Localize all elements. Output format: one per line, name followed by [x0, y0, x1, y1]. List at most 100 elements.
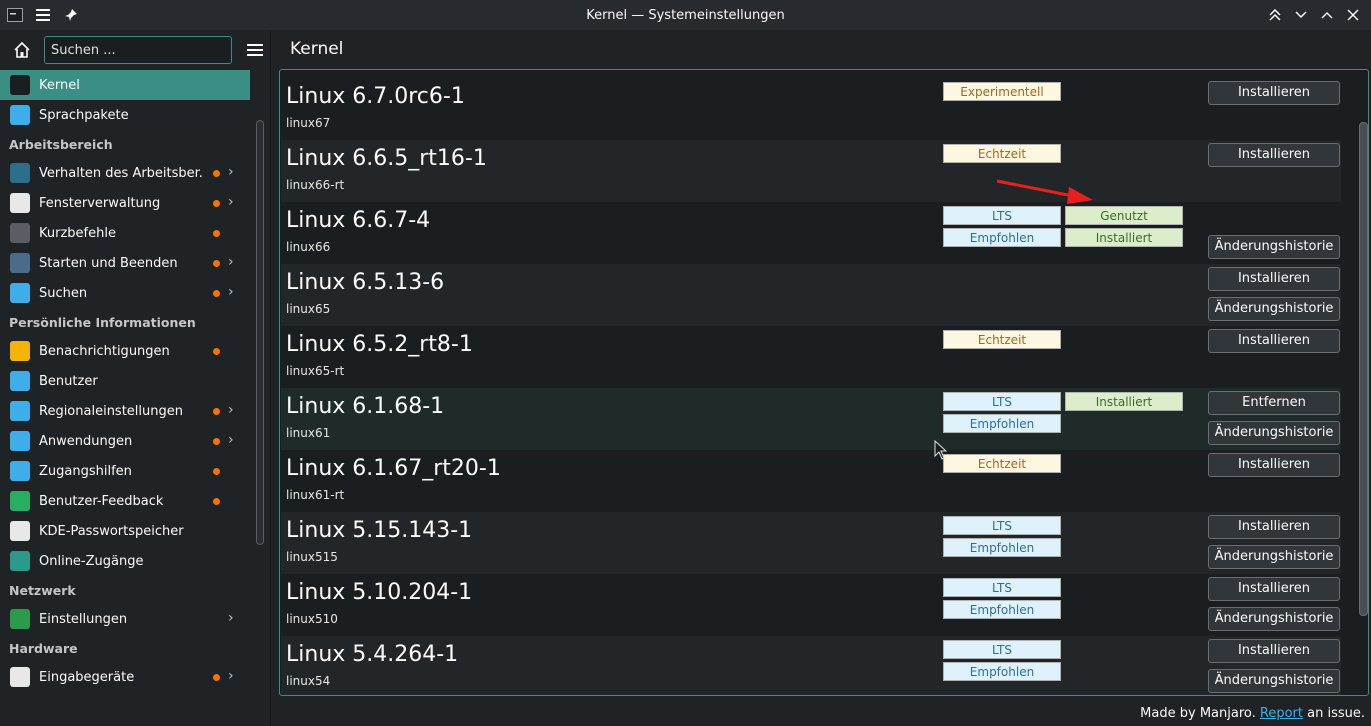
badge-rec: Empfohlen: [943, 414, 1061, 433]
badge-rec: Empfohlen: [943, 228, 1061, 247]
sidebar-item-label: KDE-Passwortspeicher: [39, 523, 184, 539]
changed-indicator: [213, 230, 220, 237]
changed-indicator: [213, 468, 220, 475]
sidebar-item-label: Benachrichtigungen: [39, 343, 170, 359]
report-link[interactable]: Report: [1260, 706, 1303, 721]
badge-used: Genutzt: [1065, 206, 1183, 225]
sidebar-item-sprachpakete[interactable]: Sprachpakete: [0, 100, 250, 130]
sidebar-item-kde-passwortspeicher[interactable]: KDE-Passwortspeicher: [0, 516, 250, 546]
sidebar-item-benachrichtigungen[interactable]: Benachrichtigungen: [0, 336, 250, 366]
chevron-right-icon: ›: [228, 284, 234, 300]
sidebar-item-kernel[interactable]: Kernel: [0, 70, 250, 100]
remove-button[interactable]: Entfernen: [1208, 391, 1340, 415]
footer: Made by Manjaro. Report an issue.: [1140, 706, 1365, 721]
badge-lts: LTS: [943, 206, 1061, 225]
changelog-button[interactable]: Änderungshistorie: [1208, 297, 1340, 321]
kernel-name: Linux 5.15.143-1: [286, 518, 473, 543]
maximize-icon[interactable]: [1319, 7, 1335, 23]
install-button[interactable]: Installieren: [1208, 515, 1340, 539]
minimize-icon[interactable]: [1293, 7, 1309, 23]
kernel-package: linux67: [286, 116, 331, 130]
user-icon: [10, 371, 30, 391]
changelog-button[interactable]: Änderungshistorie: [1208, 421, 1340, 445]
sidebar-item-label: Benutzer-Feedback: [39, 493, 164, 509]
install-button[interactable]: Installieren: [1208, 639, 1340, 663]
pin-icon[interactable]: [62, 6, 80, 24]
changelog-button[interactable]: Änderungshistorie: [1208, 607, 1340, 631]
annotation-arrow-icon: [996, 179, 1093, 204]
kernel-name: Linux 6.7.0rc6-1: [286, 84, 465, 109]
install-button[interactable]: Installieren: [1208, 453, 1340, 477]
install-button[interactable]: Installieren: [1208, 329, 1340, 353]
badge-rt: Echtzeit: [943, 454, 1061, 473]
keep-above-icon[interactable]: [1267, 7, 1283, 23]
chevron-right-icon: ›: [228, 254, 234, 270]
chevron-right-icon: ›: [228, 668, 234, 684]
badge-inst: Installiert: [1065, 228, 1183, 247]
search-input[interactable]: [44, 36, 232, 64]
home-icon[interactable]: [10, 38, 34, 62]
install-button[interactable]: Installieren: [1208, 577, 1340, 601]
changelog-button[interactable]: Änderungshistorie: [1208, 669, 1340, 693]
section-header: Arbeitsbereich: [9, 136, 113, 152]
sidebar-item-label: Eingabegeräte: [39, 669, 135, 685]
startup-icon: [10, 253, 30, 273]
page-title: Kernel: [290, 39, 344, 59]
kernel-row: Linux 6.1.67_rt20-1 linux61-rt Echtzeit Ins…: [281, 450, 1341, 512]
badge-rec: Empfohlen: [943, 600, 1061, 619]
section-header: Netzwerk: [9, 582, 76, 598]
sidebar-item-regionaleinstellungen[interactable]: Regionaleinstellungen ›: [0, 396, 250, 426]
install-button[interactable]: Installieren: [1208, 81, 1340, 105]
hamburger-menu-icon[interactable]: [34, 6, 52, 24]
mouse-icon: [10, 667, 30, 687]
badge-lts: LTS: [943, 640, 1061, 659]
sidebar-item-benutzer-feedback[interactable]: Benutzer-Feedback: [0, 486, 250, 516]
install-button[interactable]: Installieren: [1208, 143, 1340, 167]
kernel-package: linux65: [286, 302, 331, 316]
sidebar-item-starten-und-beenden[interactable]: Starten und Beenden ›: [0, 248, 250, 278]
kernel-list-scrollbar[interactable]: [1359, 122, 1368, 616]
changelog-button[interactable]: Änderungshistorie: [1208, 545, 1340, 569]
kernel-row: Linux 6.1.68-1 linux61 LTS Installiert Empfo…: [281, 388, 1341, 450]
bell-icon: [10, 341, 30, 361]
sidebar-menu-icon[interactable]: [244, 39, 266, 61]
changed-indicator: [213, 290, 220, 297]
changed-indicator: [213, 408, 220, 415]
close-icon[interactable]: [1345, 7, 1361, 23]
sidebar-item-kurzbefehle[interactable]: Kurzbefehle: [0, 218, 250, 248]
sidebar-item-label: Online-Zugänge: [39, 553, 144, 569]
main-panel: Kernel Linux 6.7.0rc6-1 linux67 Experiment…: [272, 30, 1371, 726]
sidebar-item-label: Kurzbefehle: [39, 225, 116, 241]
sidebar-item-eingabegeräte[interactable]: Eingabegeräte ›: [0, 662, 250, 692]
mouse-cursor-icon: [934, 440, 948, 460]
sidebar-item-anwendungen[interactable]: Anwendungen ›: [0, 426, 250, 456]
kernel-name: Linux 6.5.13-6: [286, 270, 445, 295]
install-button[interactable]: Installieren: [1208, 267, 1340, 291]
badge-rt: Echtzeit: [943, 144, 1061, 163]
sidebar-item-label: Benutzer: [39, 373, 98, 389]
badge-lts: LTS: [943, 516, 1061, 535]
sidebar-item-label: Kernel: [39, 77, 80, 93]
sidebar-item-online-zugänge[interactable]: Online-Zugänge: [0, 546, 250, 576]
online-accounts-icon: [10, 551, 30, 571]
kernel-name: Linux 6.6.7-4: [286, 208, 431, 233]
sidebar-item-einstellungen[interactable]: Einstellungen ›: [0, 604, 250, 634]
keyboard-icon: [10, 223, 30, 243]
sidebar-item-zugangshilfen[interactable]: Zugangshilfen: [0, 456, 250, 486]
section-header: Hardware: [9, 640, 78, 656]
kernel-row: Linux 6.7.0rc6-1 linux67 Experimentell Inst…: [281, 78, 1341, 140]
sidebar-item-fensterverwaltung[interactable]: Fensterverwaltung ›: [0, 188, 250, 218]
badge-rec: Empfohlen: [943, 662, 1061, 681]
kernel-package: linux61-rt: [286, 488, 345, 502]
chevron-right-icon: ›: [228, 610, 234, 626]
sidebar-scrollbar[interactable]: [256, 120, 264, 545]
kernel-row: Linux 6.5.13-6 linux65 Installieren Änderun…: [281, 264, 1341, 326]
sidebar-item-label: Regionaleinstellungen: [39, 403, 183, 419]
sidebar-item-benutzer[interactable]: Benutzer: [0, 366, 250, 396]
wallet-icon: [10, 521, 30, 541]
changelog-button[interactable]: Änderungshistorie: [1208, 235, 1340, 259]
sidebar-item-verhalten-des-arbeitsber[interactable]: Verhalten des Arbeitsber... ›: [0, 158, 250, 188]
sidebar-item-suchen[interactable]: Suchen ›: [0, 278, 250, 308]
sidebar-item-label: Einstellungen: [39, 611, 128, 627]
changed-indicator: [213, 260, 220, 267]
